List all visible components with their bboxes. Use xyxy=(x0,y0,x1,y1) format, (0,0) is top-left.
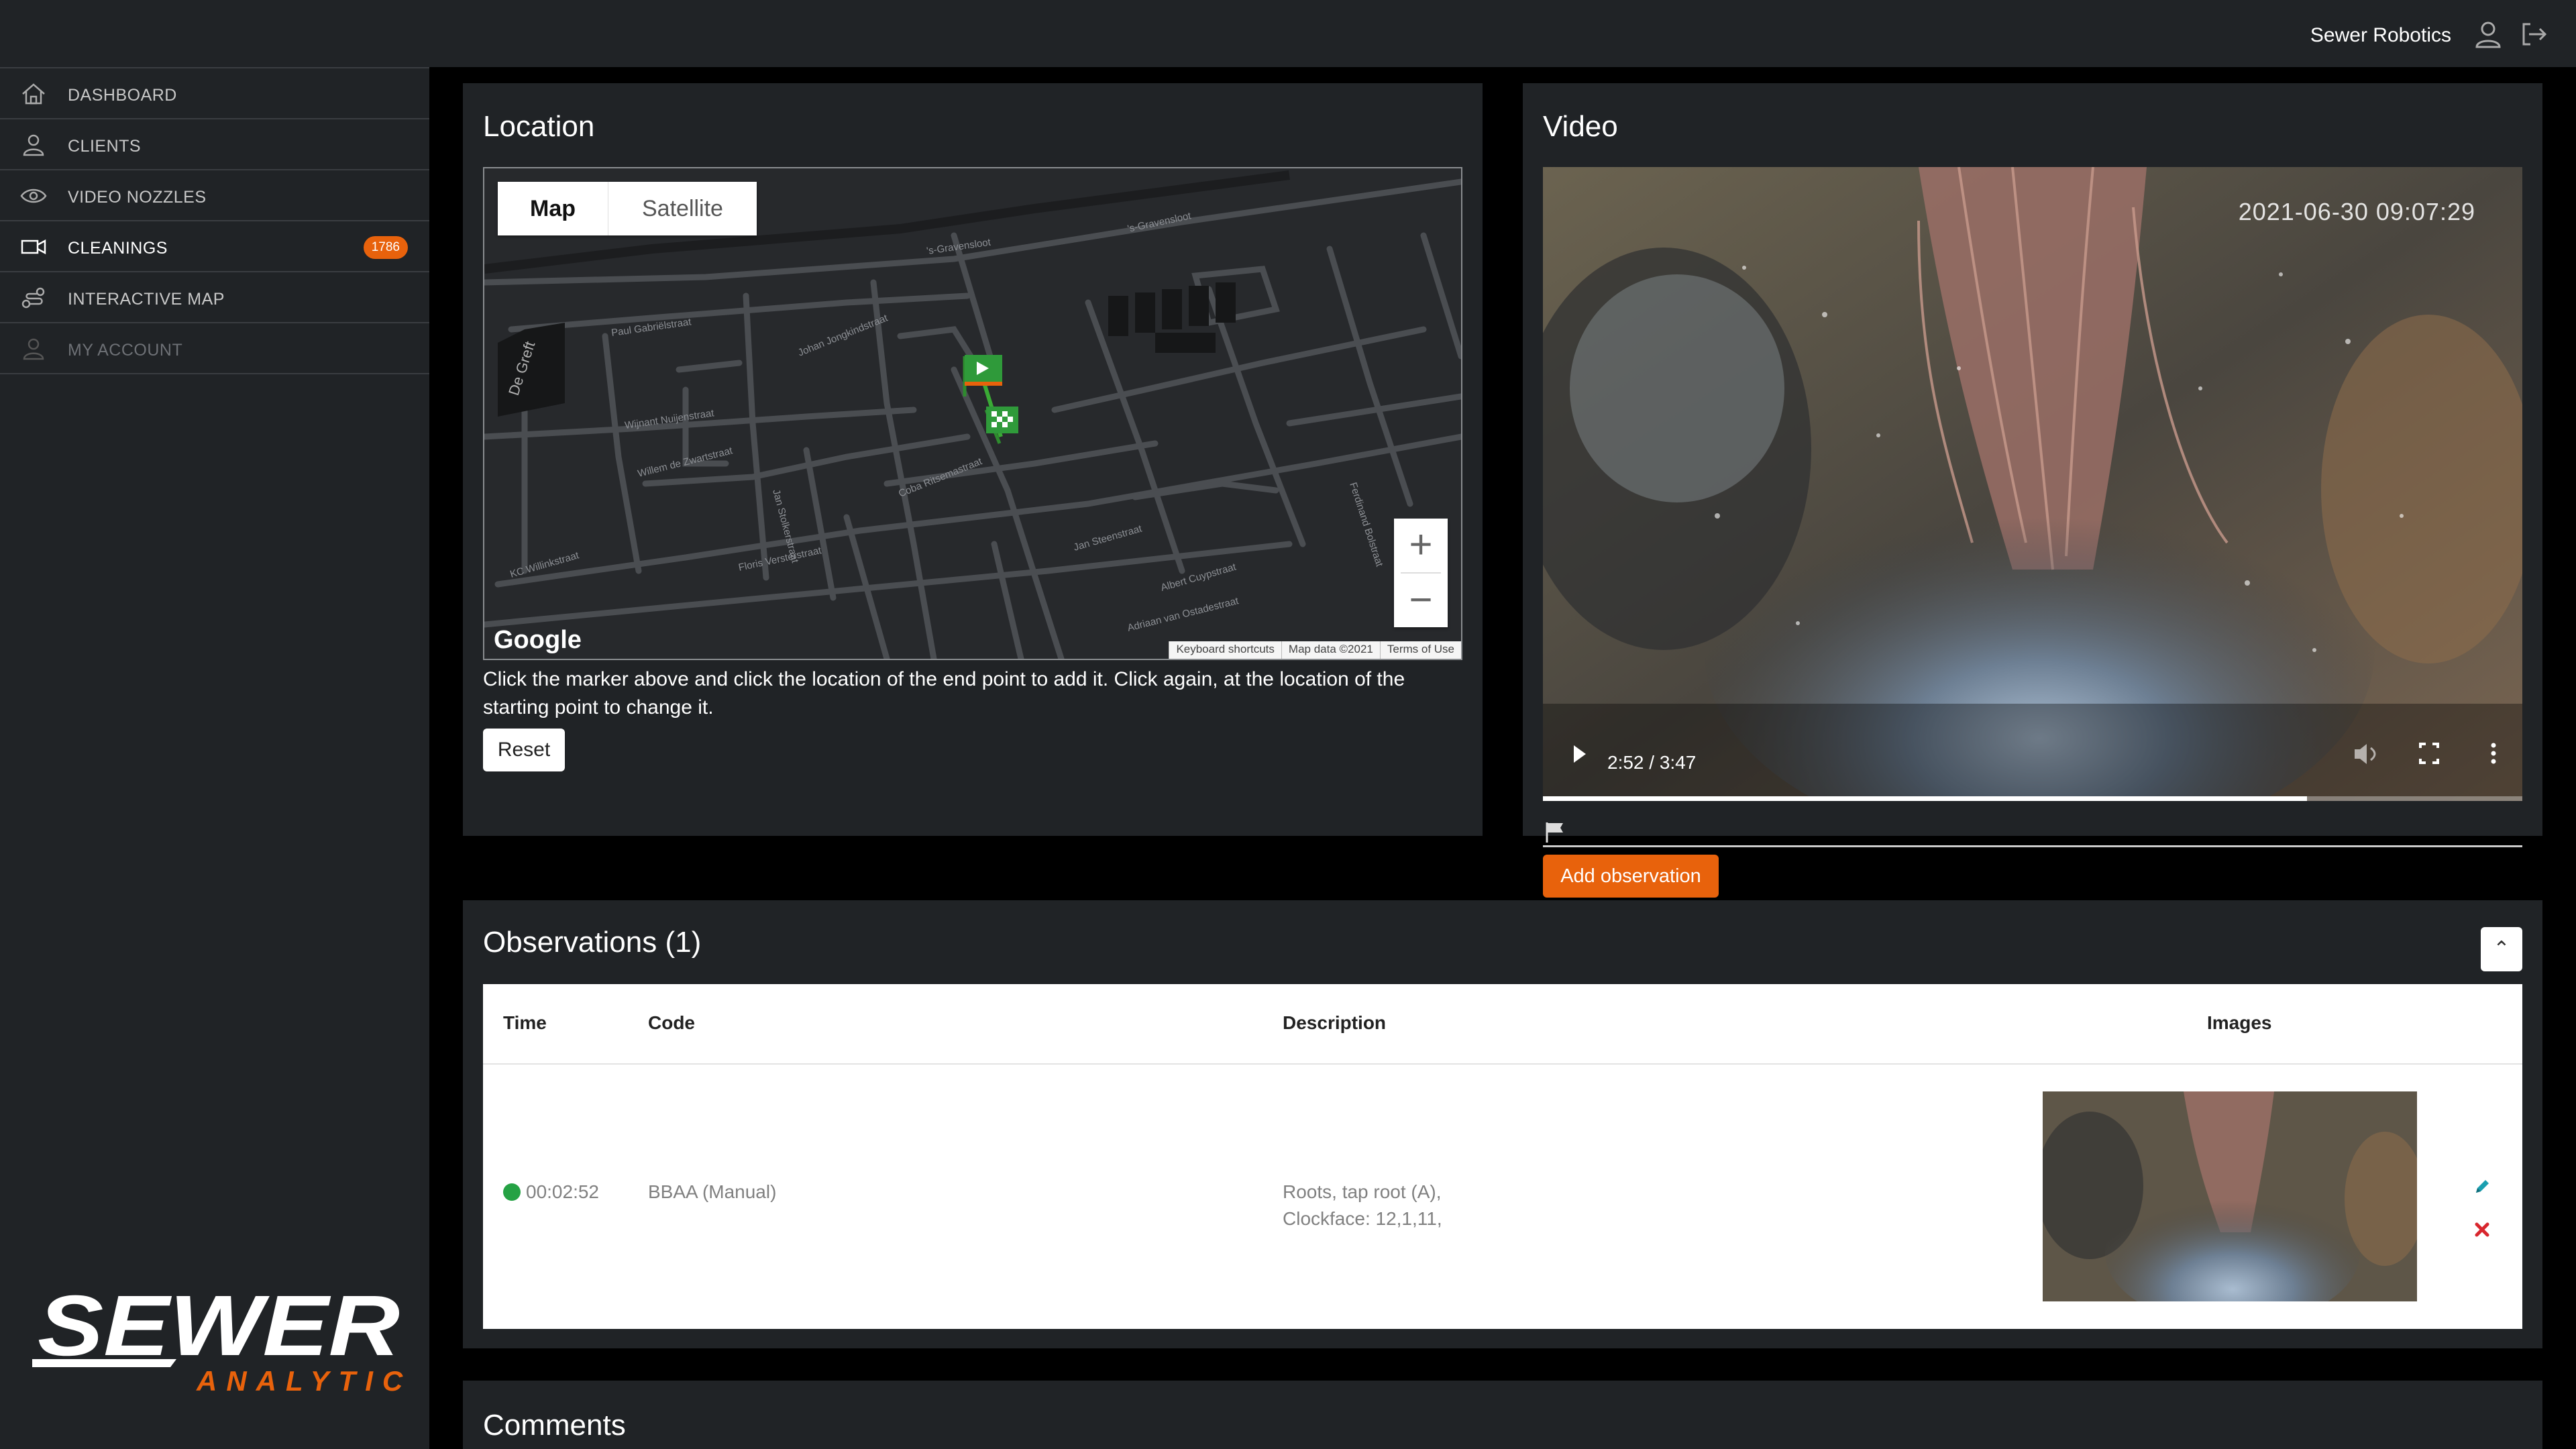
sidebar-item-my-account[interactable]: MY ACCOUNT xyxy=(0,323,429,374)
map-help-text: Click the marker above and click the loc… xyxy=(483,668,1405,718)
video-time-display: 2:52 / 3:47 xyxy=(1607,752,1697,773)
observation-code: BBAA (Manual) xyxy=(648,1181,777,1202)
flag-icon xyxy=(1546,822,1563,843)
column-header-images[interactable]: Images xyxy=(2207,1012,2272,1034)
video-frame xyxy=(1543,167,2522,801)
video-timestamp: 2021-06-30 09:07:29 xyxy=(2238,198,2475,225)
map-type-satellite[interactable]: Satellite xyxy=(608,182,757,235)
video-camera-icon xyxy=(21,239,46,255)
observation-image xyxy=(2043,1091,2417,1301)
eye-icon xyxy=(20,189,47,203)
map-type-toggle: Map Satellite xyxy=(498,182,757,235)
video-panel: Video 2021-06-30 09:07:29 2:52 / 3:47 Ad… xyxy=(1523,83,2542,898)
column-header-description[interactable]: Description xyxy=(1283,1012,1386,1034)
sidebar-item-cleanings[interactable]: CLEANINGS 1786 xyxy=(0,221,429,272)
panel-title: Video xyxy=(1543,110,1618,143)
end-flag-icon xyxy=(984,407,1018,444)
user-icon xyxy=(23,338,44,360)
collapse-button[interactable]: ⌃ xyxy=(2481,927,2522,971)
street-label: Jan Steenstraat xyxy=(1072,523,1143,553)
top-bar: Sewer Robotics xyxy=(0,0,2576,67)
street-label: Albert Cuypstraat xyxy=(1159,561,1238,594)
map-attribution: Keyboard shortcuts Map data ©2021 Terms … xyxy=(1169,641,1461,659)
edit-icon[interactable] xyxy=(2473,1177,2491,1196)
comments-panel: Comments xyxy=(463,1381,2542,1449)
video-progress-bar[interactable] xyxy=(1543,796,2522,801)
route-icon xyxy=(21,287,45,309)
user-icon[interactable] xyxy=(2473,19,2504,50)
panel-title: Observations (1) xyxy=(483,926,702,959)
street-label: Ferdinand Bolstraat xyxy=(1347,481,1385,569)
zoom-in-button[interactable]: + xyxy=(1394,519,1448,572)
observation-clockface: Clockface: 12,1,11, xyxy=(1283,1208,1442,1229)
reset-button[interactable]: Reset xyxy=(483,729,565,771)
time-value: 00:02:52 xyxy=(526,1181,599,1202)
sidebar: DASHBOARD CLIENTS VIDEO NOZZLES CLEANING… xyxy=(0,67,429,1449)
observation-timeline[interactable] xyxy=(1543,845,2522,847)
panel-title: Location xyxy=(483,110,595,143)
keyboard-shortcuts-link[interactable]: Keyboard shortcuts xyxy=(1169,641,1281,659)
location-panel: Location 's-Gravensloot 's-Gravensloot P… xyxy=(463,83,1483,836)
more-icon xyxy=(2491,743,2496,764)
sidebar-item-dashboard[interactable]: DASHBOARD xyxy=(0,68,429,119)
sidebar-item-video-nozzles[interactable]: VIDEO NOZZLES xyxy=(0,170,429,221)
count-badge: 1786 xyxy=(363,236,408,259)
map-streets[interactable]: 's-Gravensloot 's-Gravensloot Paul Gabri… xyxy=(484,168,1461,659)
street-label: 's-Gravensloot xyxy=(1126,210,1192,235)
sidebar-item-label: CLEANINGS xyxy=(68,239,168,258)
sidebar-item-label: CLIENTS xyxy=(68,137,142,156)
sidebar-item-clients[interactable]: CLIENTS xyxy=(0,119,429,170)
map-type-map[interactable]: Map xyxy=(498,182,608,235)
company-name: Sewer Robotics xyxy=(2310,24,2451,46)
sidebar-item-label: VIDEO NOZZLES xyxy=(68,188,207,207)
observations-panel: Observations (1) ⌃ Time Code Description… xyxy=(463,900,2542,1348)
panel-title: Comments xyxy=(483,1409,626,1442)
user-icon xyxy=(23,134,44,156)
observation-thumbnail[interactable] xyxy=(2043,1091,2417,1301)
sidebar-item-interactive-map[interactable]: INTERACTIVE MAP xyxy=(0,272,429,323)
google-logo: Google xyxy=(494,626,582,654)
status-dot xyxy=(503,1183,521,1201)
zoom-control: + − xyxy=(1394,519,1448,627)
add-observation-button[interactable]: Add observation xyxy=(1543,855,1719,898)
video-player[interactable]: 2021-06-30 09:07:29 2:52 / 3:47 xyxy=(1543,167,2522,801)
logout-icon[interactable] xyxy=(2518,19,2549,50)
column-header-code[interactable]: Code xyxy=(648,1012,695,1034)
terms-link[interactable]: Terms of Use xyxy=(1379,641,1461,659)
header-divider xyxy=(483,1063,2522,1065)
street-label: Adriaan van Ostadestraat xyxy=(1126,595,1240,634)
column-header-time[interactable]: Time xyxy=(503,1012,547,1034)
street-label: Johan Jongkindstraat xyxy=(796,312,890,358)
sidebar-nav: DASHBOARD CLIENTS VIDEO NOZZLES CLEANING… xyxy=(0,67,429,374)
map-data-label: Map data ©2021 xyxy=(1281,641,1380,659)
delete-icon[interactable] xyxy=(2474,1222,2490,1238)
sidebar-item-label: MY ACCOUNT xyxy=(68,341,183,360)
sidebar-item-label: DASHBOARD xyxy=(68,86,177,105)
observation-time[interactable]: 00:02:52 xyxy=(503,1181,599,1203)
sewer-analytics-logo: SEWER ANALYTICS xyxy=(32,1281,408,1395)
observation-description: Roots, tap root (A), xyxy=(1283,1181,1442,1202)
logo-secondary-text: ANALYTICS xyxy=(196,1365,408,1395)
start-flag-icon xyxy=(963,355,1002,396)
home-icon xyxy=(22,83,45,105)
map[interactable]: 's-Gravensloot 's-Gravensloot Paul Gabri… xyxy=(483,167,1462,660)
observations-table: Time Code Description Images 00:02:52 BB… xyxy=(483,984,2522,1329)
sidebar-item-label: INTERACTIVE MAP xyxy=(68,290,225,309)
zoom-out-button[interactable]: − xyxy=(1394,574,1448,627)
